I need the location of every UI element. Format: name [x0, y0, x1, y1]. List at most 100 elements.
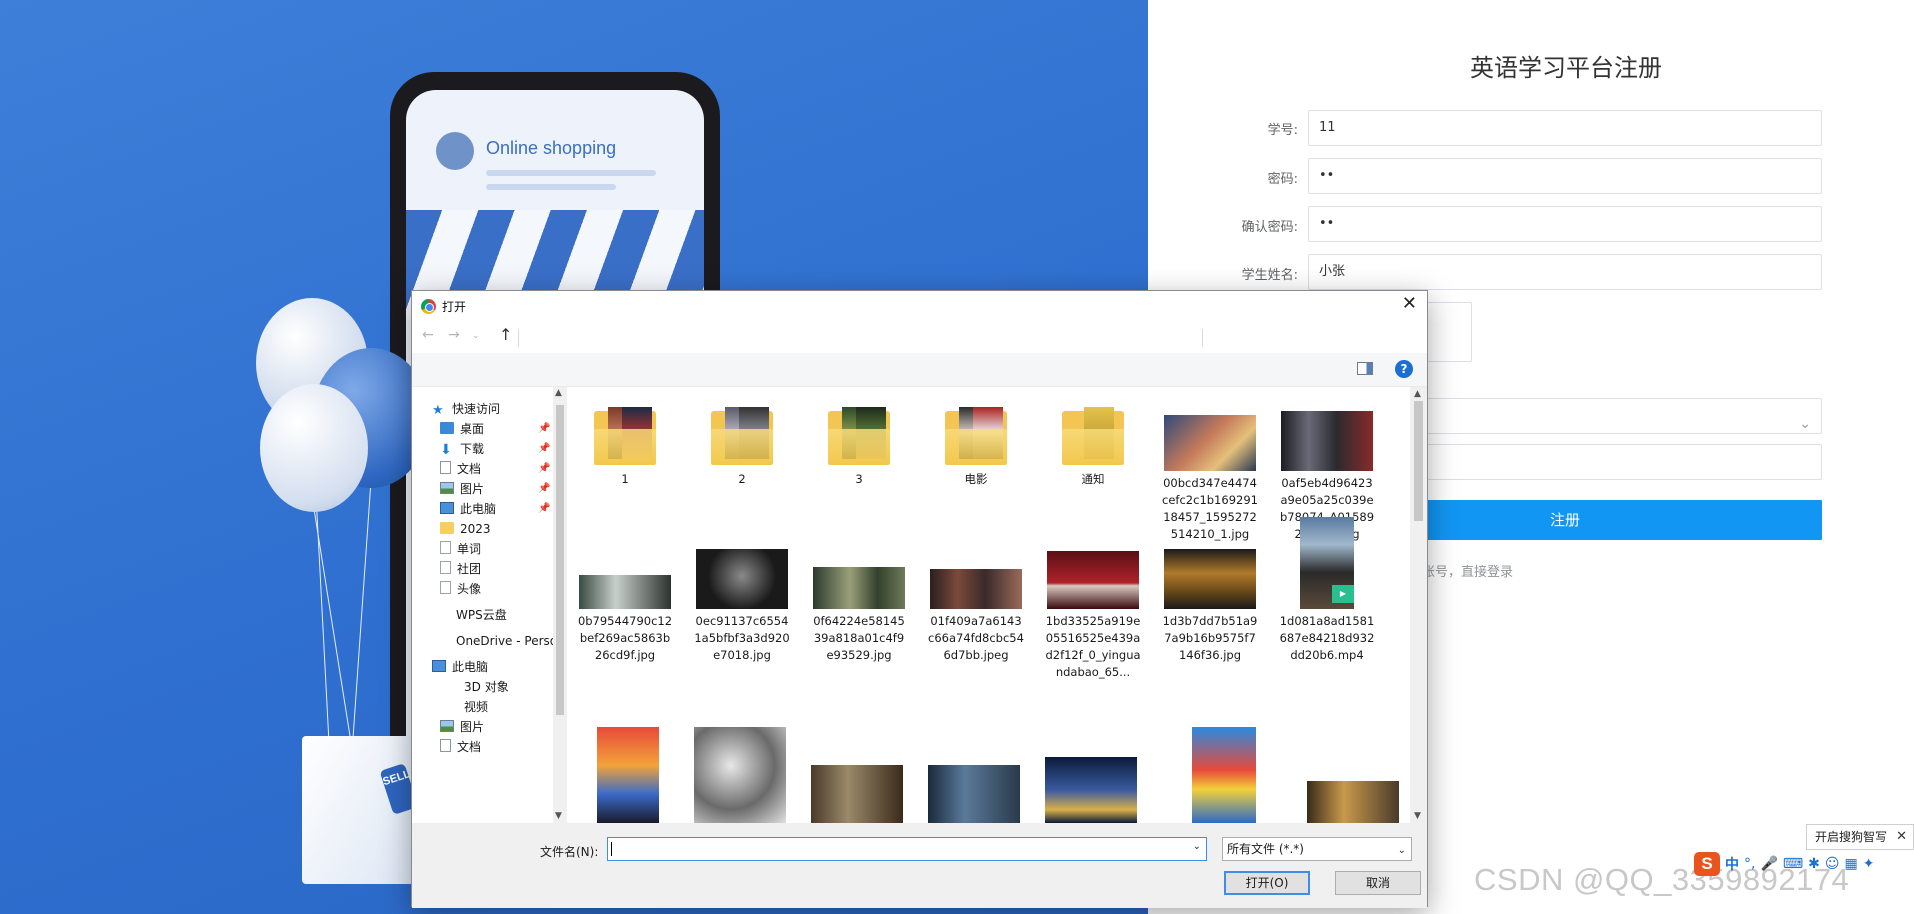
back-arrow-icon[interactable]: ← — [422, 327, 434, 343]
keyboard-icon[interactable]: ⌨ — [1783, 856, 1803, 872]
student-id-label: 学号: — [1267, 123, 1298, 138]
nav-item-label: 社团 — [457, 562, 482, 576]
pin-icon: 📌 — [538, 443, 551, 454]
phone-title: Online shopping — [486, 138, 617, 158]
nav-item-2023[interactable]: 2023 — [440, 519, 491, 539]
nav-item-videos[interactable]: 视频 — [464, 697, 488, 717]
file-name: 01f409a7a6143c66a74fd8cbc546d7bb.jpeg — [928, 614, 1024, 662]
nav-item-label: 文档 — [457, 462, 482, 476]
nav-item-documents[interactable]: 文档 — [440, 459, 481, 479]
login-link[interactable]: 账号，直接登录 — [1422, 561, 1513, 580]
student-name-input[interactable]: 小张 — [1308, 254, 1822, 290]
scroll-up-icon[interactable]: ▲ — [1414, 389, 1421, 399]
folder-item[interactable]: 电影 — [928, 393, 1024, 488]
file-list-scrollbar-thumb[interactable] — [1414, 401, 1423, 521]
image-thumbnail — [579, 575, 671, 609]
image-file-item[interactable] — [1045, 757, 1137, 823]
punctuation-icon[interactable]: °, — [1744, 856, 1755, 872]
ime-hint-popup[interactable]: 开启搜狗智写 ✕ — [1806, 824, 1914, 850]
recent-chevron-icon[interactable]: ⌄ — [472, 331, 480, 341]
nav-item-words[interactable]: 单词 — [440, 539, 481, 559]
image-file-item[interactable] — [811, 765, 903, 823]
dialog-navbar: ← → ⌄ ↑ — [412, 321, 1427, 353]
scroll-down-icon[interactable]: ▼ — [1414, 811, 1421, 821]
image-file-item[interactable] — [928, 765, 1020, 823]
nav-item-quick-access[interactable]: ★ 快速访问 — [432, 399, 500, 419]
image-file-item[interactable] — [1307, 781, 1399, 823]
nav-item-club[interactable]: 社团 — [440, 559, 481, 579]
image-file-item[interactable]: 01f409a7a6143c66a74fd8cbc546d7bb.jpeg — [928, 539, 1024, 664]
file-name: 通知 — [1081, 472, 1105, 486]
chevron-down-icon: ⌄ — [1397, 845, 1406, 856]
image-file-item[interactable]: 00bcd347e4474cefc2c1b16929118457_1595272… — [1162, 393, 1258, 543]
help-icon[interactable]: ? — [1395, 360, 1413, 378]
toolbox-icon[interactable]: ▦ — [1844, 856, 1857, 872]
file-name: 1bd33525a919e05516525e439ad2f12f_0_yingu… — [1045, 614, 1141, 679]
folder-item[interactable]: 3 — [811, 393, 907, 488]
document-icon — [440, 739, 451, 752]
skin-icon[interactable]: ✱ — [1808, 856, 1820, 872]
nav-item-this-pc-root[interactable]: 此电脑 — [432, 657, 488, 677]
settings-icon[interactable]: ✦ — [1863, 856, 1875, 872]
ime-language-toggle[interactable]: 中 — [1725, 854, 1739, 874]
dialog-toolbar: ? — [412, 353, 1427, 387]
chat-icon[interactable]: ☺ — [1825, 856, 1840, 872]
nav-item-pictures-pc[interactable]: 图片 — [440, 717, 484, 737]
close-icon[interactable]: ✕ — [1896, 825, 1907, 849]
cancel-button[interactable]: 取消 — [1335, 871, 1421, 895]
video-file-item[interactable]: ▶ 1d081a8ad1581687e84218d932dd20b6.mp4 — [1279, 517, 1375, 664]
folder-item[interactable]: 2 — [694, 393, 790, 488]
confirm-password-input[interactable]: •• — [1308, 206, 1822, 242]
balloon-string — [351, 487, 371, 758]
folder-icon — [1062, 405, 1124, 465]
file-name: 0b79544790c12bef269ac5863b26cd9f.jpg — [577, 614, 673, 662]
nav-item-documents-pc[interactable]: 文档 — [440, 737, 481, 757]
file-name: 0f64224e5814539a818a01c4f9e93529.jpg — [813, 614, 905, 662]
download-icon: ⬇ — [440, 442, 452, 458]
file-name: 2 — [738, 472, 746, 486]
nav-item-label: 桌面 — [460, 422, 485, 436]
nav-item-desktop[interactable]: 桌面 — [440, 419, 484, 439]
nav-item-onedrive[interactable]: OneDrive - Perso — [456, 631, 557, 651]
nav-item-downloads[interactable]: ⬇ 下载 — [440, 439, 484, 459]
image-file-item[interactable] — [597, 727, 659, 823]
image-file-item[interactable] — [1192, 727, 1256, 823]
preview-pane-icon[interactable] — [1357, 362, 1373, 375]
close-icon[interactable]: ✕ — [1402, 293, 1417, 314]
sogou-logo-icon[interactable]: S — [1694, 852, 1720, 876]
student-id-input[interactable]: 11 — [1308, 110, 1822, 146]
image-file-item[interactable]: 1d3b7dd7b51a97a9b16b9575f7146f36.jpg — [1162, 539, 1258, 664]
open-button[interactable]: 打开(O) — [1224, 871, 1310, 895]
scroll-down-icon[interactable]: ▼ — [555, 811, 562, 821]
nav-item-3d-objects[interactable]: 3D 对象 — [464, 677, 509, 697]
nav-item-pictures[interactable]: 图片 — [440, 479, 484, 499]
image-file-item[interactable] — [694, 727, 786, 823]
folder-item[interactable]: 通知 — [1045, 393, 1141, 488]
nav-item-this-pc[interactable]: 此电脑 — [440, 499, 496, 519]
nav-item-label: 视频 — [464, 700, 489, 714]
file-name-input[interactable]: ⌄ — [607, 837, 1207, 861]
nav-item-avatar[interactable]: 头像 — [440, 579, 481, 599]
nav-item-wps-cloud[interactable]: WPS云盘 — [456, 605, 507, 625]
ime-toolbar: S 中 °, 🎤 ⌨ ✱ ☺ ▦ ✦ — [1694, 852, 1914, 876]
ime-hint-text: 开启搜狗智写 — [1815, 830, 1888, 844]
forward-arrow-icon[interactable]: → — [448, 327, 460, 343]
microphone-icon[interactable]: 🎤 — [1760, 856, 1777, 872]
video-badge-icon: ▶ — [1332, 585, 1354, 603]
up-arrow-icon[interactable]: ↑ — [499, 325, 512, 344]
nav-scrollbar-thumb[interactable] — [556, 405, 564, 715]
phone-avatar — [436, 132, 474, 170]
file-type-select[interactable]: 所有文件 (*.*) ⌄ — [1222, 837, 1412, 861]
image-file-item[interactable]: 0b79544790c12bef269ac5863b26cd9f.jpg — [577, 539, 673, 664]
password-input[interactable]: •• — [1308, 158, 1822, 194]
chevron-down-icon[interactable]: ⌄ — [1193, 841, 1201, 852]
image-file-item[interactable]: 0ec91137c65541a5bfbf3a3d920e7018.jpg — [694, 539, 790, 664]
image-file-item[interactable]: 0f64224e5814539a818a01c4f9e93529.jpg — [811, 539, 907, 664]
folder-item[interactable]: 1 — [577, 393, 673, 488]
image-file-item[interactable]: 1bd33525a919e05516525e439ad2f12f_0_yingu… — [1045, 539, 1141, 681]
nav-item-label: 文档 — [457, 740, 482, 754]
address-bar[interactable] — [518, 329, 519, 347]
phone-text-line — [486, 184, 616, 190]
nav-item-label: 此电脑 — [460, 502, 497, 516]
scroll-up-icon[interactable]: ▲ — [555, 388, 562, 398]
